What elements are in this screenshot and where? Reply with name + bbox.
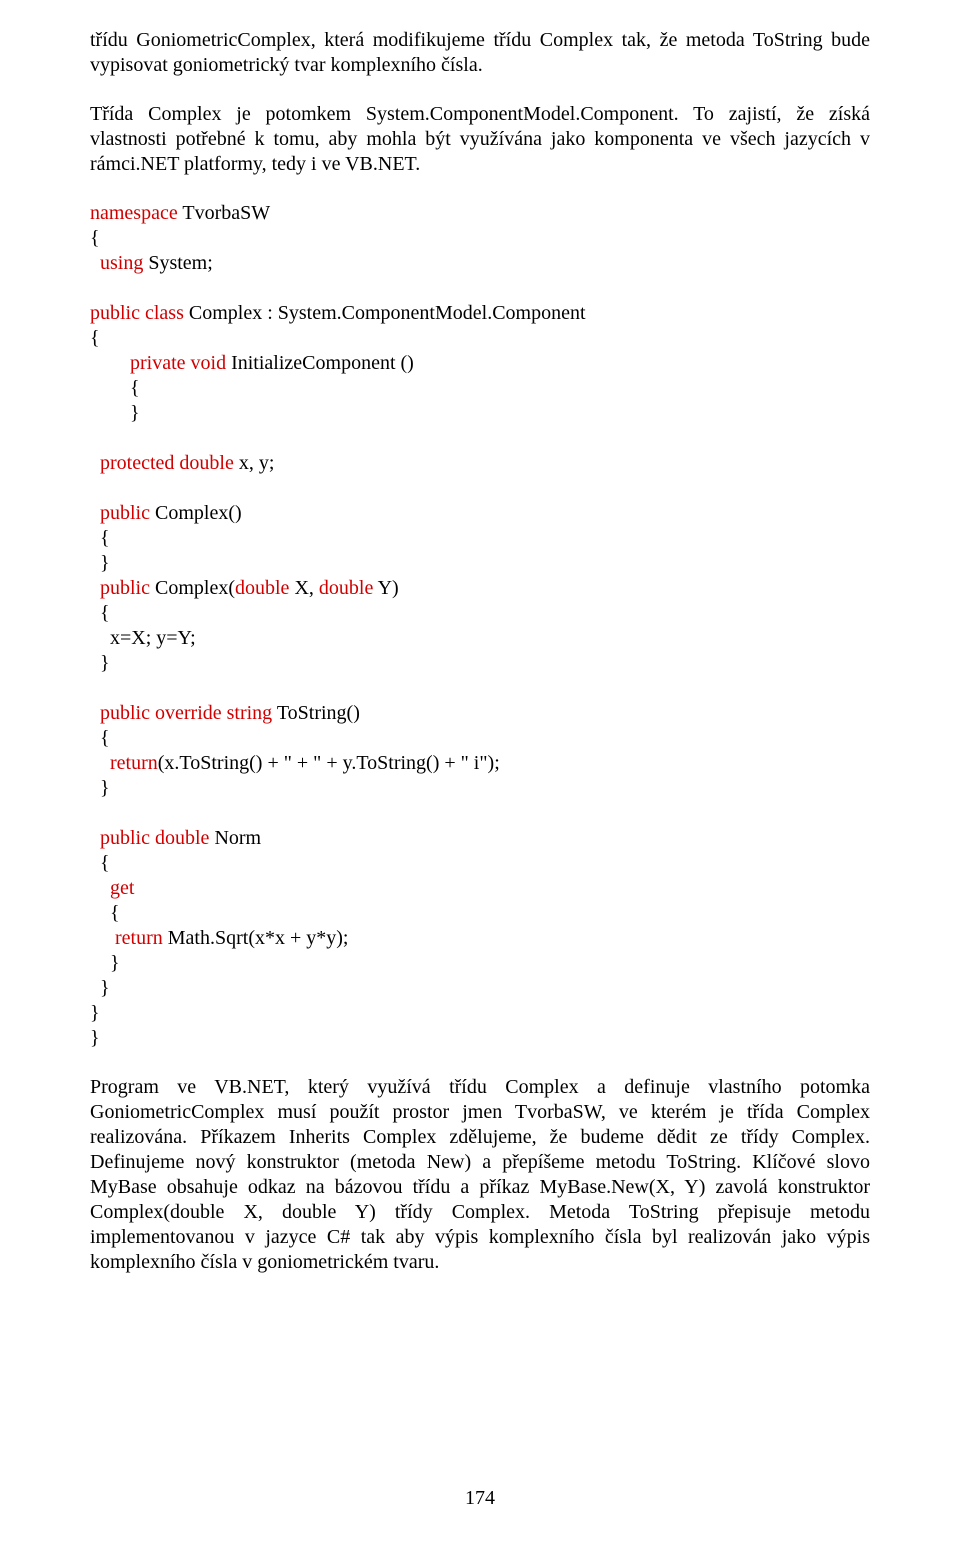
code-text: Complex(	[150, 577, 235, 599]
paragraph-1: třídu GoniometricComplex, která modifiku…	[90, 28, 870, 78]
code-text: Norm	[209, 827, 261, 849]
kw-double: double	[235, 577, 289, 599]
code-text: }	[90, 952, 120, 974]
kw-get: get	[90, 877, 134, 899]
kw-using: using	[90, 252, 143, 274]
kw-public-override-string: public override string	[90, 702, 272, 724]
page-container: třídu GoniometricComplex, která modifiku…	[0, 0, 960, 1545]
code-text: {	[90, 527, 110, 549]
code-text: x=X; y=Y;	[90, 627, 196, 649]
code-text: X,	[289, 577, 318, 599]
code-text: }	[90, 402, 140, 424]
code-text: ToString()	[272, 702, 360, 724]
code-text: {	[90, 852, 110, 874]
kw-namespace: namespace	[90, 202, 178, 224]
code-text: InitializeComponent ()	[226, 352, 414, 374]
kw-public-double: public double	[90, 827, 209, 849]
code-text: }	[90, 552, 110, 574]
code-text: }	[90, 652, 110, 674]
kw-return: return	[90, 752, 158, 774]
code-text: {	[90, 602, 110, 624]
page-number: 174	[90, 1487, 870, 1510]
paragraph-2: Třída Complex je potomkem System.Compone…	[90, 102, 870, 177]
code-text: }	[90, 1027, 100, 1049]
code-text: x, y;	[234, 452, 275, 474]
code-block-csharp: namespace TvorbaSW { using System; publi…	[90, 201, 870, 1051]
code-text: Math.Sqrt(x*x + y*y);	[163, 927, 349, 949]
kw-public-class: public class	[90, 302, 184, 324]
kw-public: public	[90, 502, 150, 524]
code-text: Y)	[373, 577, 398, 599]
kw-private-void: private void	[90, 352, 226, 374]
paragraph-3: Program ve VB.NET, který využívá třídu C…	[90, 1075, 870, 1275]
code-text: Complex()	[150, 502, 242, 524]
code-text: }	[90, 1002, 100, 1024]
code-text: (x.ToString() + " + " + y.ToString() + "…	[158, 752, 500, 774]
kw-double: double	[319, 577, 373, 599]
kw-public: public	[90, 577, 150, 599]
kw-return: return	[90, 927, 163, 949]
code-text: {	[90, 902, 120, 924]
code-text: TvorbaSW	[178, 202, 270, 224]
code-text: {	[90, 727, 110, 749]
code-text: {	[90, 227, 100, 249]
code-text: }	[90, 977, 110, 999]
code-text: }	[90, 777, 110, 799]
code-text: {	[90, 327, 100, 349]
code-text: {	[90, 377, 140, 399]
code-text: Complex : System.ComponentModel.Componen…	[184, 302, 586, 324]
code-text: System;	[143, 252, 212, 274]
kw-protected-double: protected double	[90, 452, 234, 474]
